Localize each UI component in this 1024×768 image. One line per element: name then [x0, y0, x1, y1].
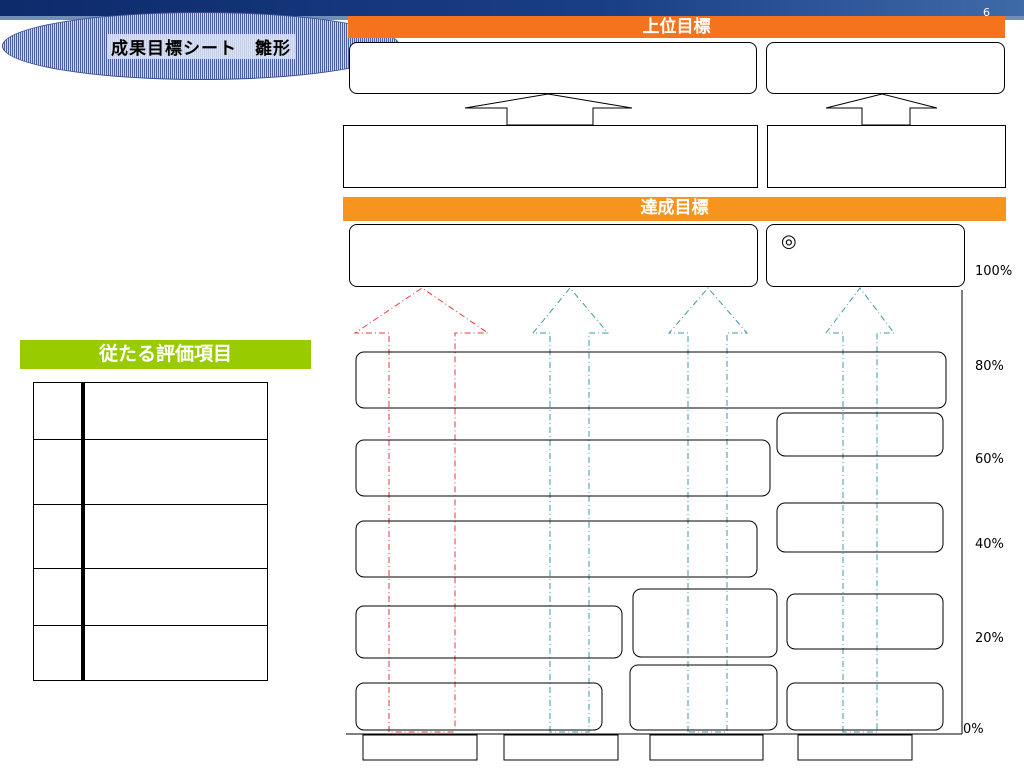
progress-diagram — [346, 93, 963, 761]
milestone-box — [355, 605, 623, 659]
milestone-box — [629, 664, 778, 731]
milestone-box — [786, 593, 944, 650]
milestone-box — [786, 682, 944, 731]
milestone-box — [776, 412, 944, 457]
milestone-box — [355, 682, 603, 731]
dashed-arrow-teal-3 — [824, 287, 896, 733]
up-arrow-right — [825, 93, 938, 126]
milestone-box — [355, 520, 758, 578]
up-arrow-left — [464, 93, 633, 126]
milestone-box — [355, 439, 771, 497]
dashed-arrow-red — [353, 287, 490, 733]
milestone-box — [355, 351, 947, 409]
dashed-arrow-teal-1 — [531, 287, 610, 733]
bottom-label-box — [362, 734, 478, 761]
bottom-label-box — [503, 734, 619, 761]
bottom-label-box — [649, 734, 764, 761]
milestone-box — [632, 588, 778, 658]
bottom-label-box — [797, 734, 913, 761]
milestone-box — [776, 502, 944, 553]
